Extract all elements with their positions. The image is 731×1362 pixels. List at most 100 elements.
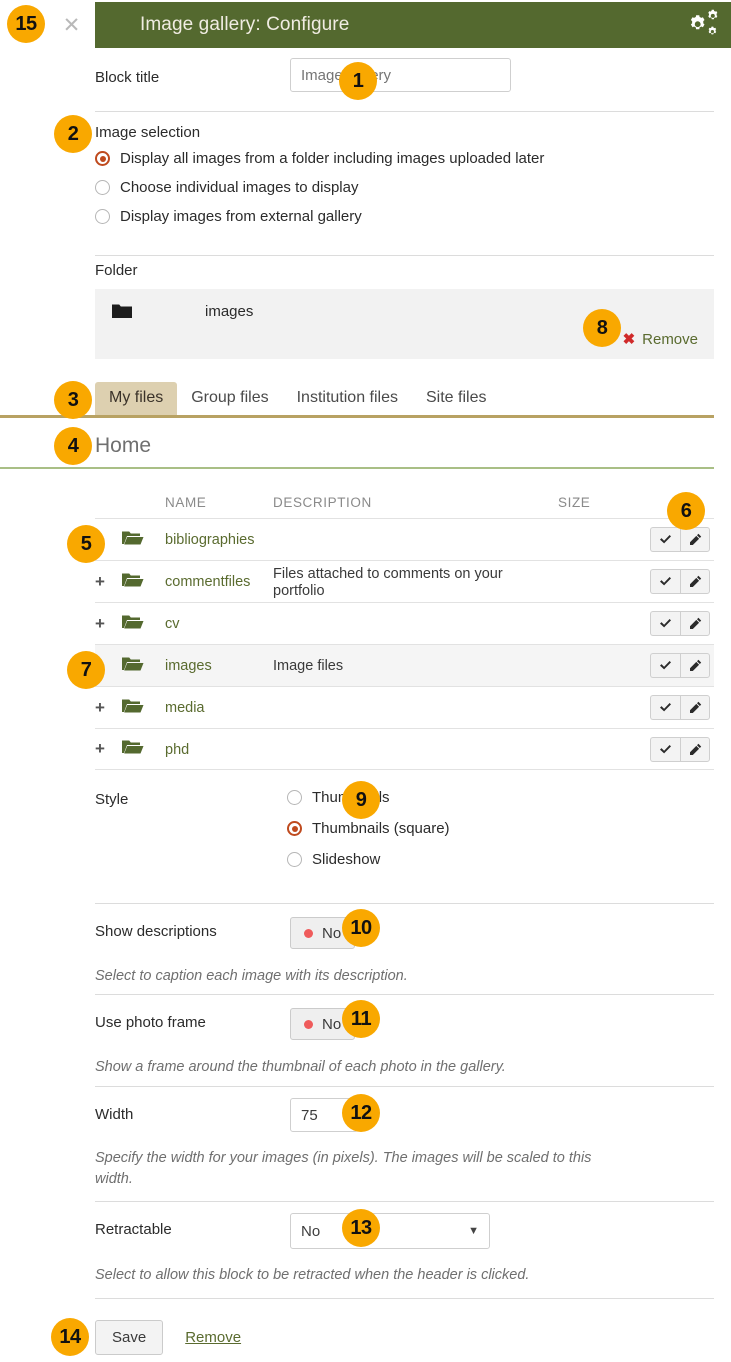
file-name-link[interactable]: phd bbox=[165, 742, 189, 758]
file-description: Image files bbox=[273, 658, 344, 674]
tab-institution-files[interactable]: Institution files bbox=[283, 382, 412, 415]
retractable-select[interactable]: No ▼ bbox=[290, 1213, 490, 1249]
radio-display-all-folder[interactable]: Display all images from a folder includi… bbox=[95, 150, 731, 167]
tab-site-files[interactable]: Site files bbox=[412, 382, 500, 415]
table-row[interactable]: + cv bbox=[95, 602, 714, 644]
divider bbox=[95, 111, 714, 112]
radio-indicator[interactable] bbox=[95, 209, 110, 224]
block-title-input[interactable] bbox=[290, 58, 511, 92]
show-descriptions-value: No bbox=[322, 924, 342, 942]
folder-label: Folder bbox=[95, 262, 138, 279]
callout-badge-8: 8 bbox=[583, 309, 621, 347]
file-source-tabs: My files Group files Institution files S… bbox=[0, 380, 714, 418]
folder-open-icon bbox=[122, 530, 165, 550]
select-folder-button[interactable] bbox=[650, 736, 680, 762]
file-name-link[interactable]: commentfiles bbox=[165, 574, 250, 590]
radio-label: Slideshow bbox=[312, 851, 381, 868]
table-row[interactable]: + commentfiles Files attached to comment… bbox=[95, 560, 714, 602]
callout-badge-7: 7 bbox=[67, 651, 105, 689]
column-header-size: SIZE bbox=[558, 494, 591, 510]
image-selection-label: Image selection bbox=[95, 124, 201, 141]
radio-slideshow[interactable]: Slideshow bbox=[287, 851, 450, 868]
divider bbox=[95, 255, 714, 256]
table-row[interactable]: + bibliographies bbox=[95, 518, 714, 560]
file-name-link[interactable]: images bbox=[165, 658, 212, 674]
folder-open-icon bbox=[122, 698, 165, 718]
radio-indicator[interactable] bbox=[287, 821, 302, 836]
callout-badge-5: 5 bbox=[67, 525, 105, 563]
breadcrumb-home[interactable]: Home bbox=[95, 434, 151, 457]
callout-badge-2: 2 bbox=[54, 115, 92, 153]
status-dot-icon bbox=[304, 928, 313, 938]
folder-name: images bbox=[205, 303, 254, 320]
folder-open-icon bbox=[122, 739, 165, 759]
select-folder-button[interactable] bbox=[650, 569, 680, 594]
table-row[interactable]: + media bbox=[95, 686, 714, 728]
file-table-header: NAME DESCRIPTION SIZE bbox=[95, 486, 714, 518]
callout-badge-15: 15 bbox=[7, 5, 45, 43]
radio-external-gallery[interactable]: Display images from external gallery bbox=[95, 208, 731, 225]
folder-open-icon bbox=[122, 656, 165, 676]
select-folder-button[interactable] bbox=[650, 653, 680, 678]
file-name-link[interactable]: cv bbox=[165, 616, 180, 632]
status-dot-icon bbox=[304, 1019, 313, 1029]
radio-indicator[interactable] bbox=[95, 180, 110, 195]
tab-group-files[interactable]: Group files bbox=[177, 382, 282, 415]
radio-label: Thumbnails (square) bbox=[312, 820, 450, 837]
dialog-header: ✕ Image gallery: Configure bbox=[48, 2, 731, 48]
callout-badge-3: 3 bbox=[54, 381, 92, 419]
select-folder-button[interactable] bbox=[650, 527, 680, 552]
column-header-description: DESCRIPTION bbox=[273, 494, 372, 510]
callout-badge-1: 1 bbox=[339, 62, 377, 100]
callout-badge-11: 11 bbox=[342, 1000, 380, 1038]
callout-badge-10: 10 bbox=[342, 909, 380, 947]
close-button[interactable]: ✕ bbox=[48, 2, 95, 48]
divider bbox=[95, 994, 714, 995]
divider bbox=[95, 1298, 714, 1299]
folder-icon bbox=[112, 303, 132, 323]
file-name-link[interactable]: bibliographies bbox=[165, 532, 254, 548]
table-row[interactable]: + phd bbox=[95, 728, 714, 770]
plus-icon[interactable]: + bbox=[95, 572, 105, 591]
edit-folder-button[interactable] bbox=[680, 653, 710, 678]
style-label: Style bbox=[95, 791, 129, 808]
edit-folder-button[interactable] bbox=[680, 527, 710, 552]
width-help: Specify the width for your images (in pi… bbox=[95, 1150, 592, 1188]
callout-badge-14: 14 bbox=[51, 1318, 89, 1356]
radio-label: Choose individual images to display bbox=[120, 179, 359, 196]
plus-icon[interactable]: + bbox=[95, 614, 105, 633]
save-button[interactable]: Save bbox=[95, 1320, 164, 1355]
use-photo-frame-help: Show a frame around the thumbnail of eac… bbox=[95, 1059, 506, 1075]
radio-choose-individual[interactable]: Choose individual images to display bbox=[95, 179, 731, 196]
radio-indicator[interactable] bbox=[287, 790, 302, 805]
folder-open-icon bbox=[122, 572, 165, 592]
select-folder-button[interactable] bbox=[650, 695, 680, 720]
radio-indicator[interactable] bbox=[95, 151, 110, 166]
tab-my-files[interactable]: My files bbox=[95, 382, 178, 415]
file-description: Files attached to comments on your portf… bbox=[273, 565, 503, 599]
form-footer: Save Remove bbox=[95, 1320, 241, 1355]
callout-badge-4: 4 bbox=[54, 427, 92, 465]
use-photo-frame-label: Use photo frame bbox=[95, 1014, 206, 1031]
gears-icon[interactable] bbox=[678, 8, 720, 42]
x-mark-icon: ✖ bbox=[622, 331, 636, 348]
select-folder-button[interactable] bbox=[650, 611, 680, 636]
edit-folder-button[interactable] bbox=[680, 569, 710, 594]
radio-indicator[interactable] bbox=[287, 852, 302, 867]
radio-thumbnails-square[interactable]: Thumbnails (square) bbox=[287, 820, 450, 837]
width-label: Width bbox=[95, 1106, 134, 1123]
block-title-label: Block title bbox=[95, 69, 160, 86]
table-row[interactable]: + images Image files bbox=[95, 644, 714, 686]
plus-icon[interactable]: + bbox=[95, 698, 105, 717]
remove-folder-button[interactable]: ✖ Remove bbox=[622, 330, 698, 349]
chevron-down-icon: ▼ bbox=[468, 1225, 479, 1237]
edit-folder-button[interactable] bbox=[680, 736, 710, 762]
edit-folder-button[interactable] bbox=[680, 611, 710, 636]
remove-block-link[interactable]: Remove bbox=[185, 1329, 241, 1346]
retractable-value: No bbox=[301, 1222, 321, 1240]
plus-icon[interactable]: + bbox=[95, 739, 105, 758]
file-name-link[interactable]: media bbox=[165, 700, 205, 716]
edit-folder-button[interactable] bbox=[680, 695, 710, 720]
show-descriptions-label: Show descriptions bbox=[95, 923, 217, 940]
remove-folder-label: Remove bbox=[642, 330, 698, 348]
